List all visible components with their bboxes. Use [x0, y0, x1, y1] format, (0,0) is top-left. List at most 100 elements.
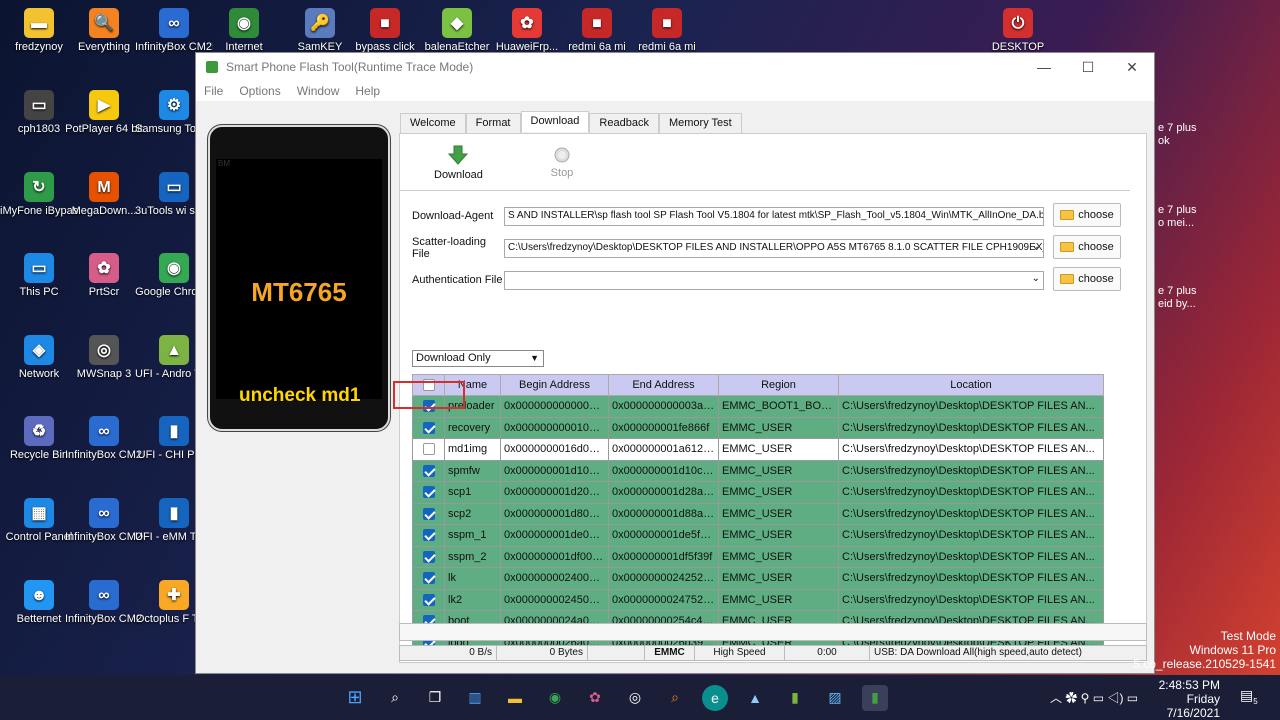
header-location[interactable]: Location — [838, 374, 1104, 396]
table-row[interactable]: scp2 0x000000001d800000 0x000000001d88a83f… — [412, 502, 1104, 525]
choose-agent-button[interactable]: choose — [1053, 203, 1121, 227]
choose-auth-button[interactable]: choose — [1053, 267, 1121, 291]
table-row[interactable]: preloader 0x0000000000000000 0x00000000000… — [412, 395, 1104, 418]
desktop-icon[interactable]: ∞ InfinityBox CM2SPD — [65, 580, 143, 626]
scatter-field[interactable]: C:\Users\fredzynoy\Desktop\DESKTOP FILES… — [504, 238, 1044, 258]
chart-app-icon[interactable]: ▲ — [742, 685, 768, 711]
desktop-icon[interactable]: ∞ InfinityBox CM2QLM — [65, 498, 143, 544]
row-checkbox[interactable] — [422, 486, 435, 499]
desktop-icon[interactable]: M MegaDown... — [65, 172, 143, 218]
header-region[interactable]: Region — [718, 374, 839, 396]
photos-icon[interactable]: ▨ — [822, 685, 848, 711]
stop-button[interactable]: Stop — [542, 146, 582, 179]
row-checkbox-cell[interactable] — [412, 545, 445, 568]
download-mode-select[interactable]: Download Only ▼ — [412, 350, 544, 367]
choose-label: choose — [1078, 209, 1114, 221]
edge-icon[interactable]: e — [702, 684, 728, 711]
tab-readback[interactable]: Readback — [589, 113, 659, 134]
desktop-icon[interactable]: ◎ MWSnap 3 — [65, 335, 143, 381]
menu-help[interactable]: Help — [355, 84, 380, 98]
download-button[interactable]: Download — [434, 144, 483, 181]
row-checkbox[interactable] — [422, 443, 435, 456]
desktop-icon[interactable]: ∞ InfinityBox CM2MTK — [65, 416, 143, 462]
table-row[interactable]: recovery 0x0000000000108000 0x000000001fe8… — [412, 416, 1104, 439]
table-row[interactable]: scp1 0x000000001d200000 0x000000001d28a83f… — [412, 481, 1104, 504]
row-checkbox-cell[interactable] — [412, 481, 445, 504]
minimize-button[interactable]: — — [1022, 59, 1066, 76]
tab-welcome[interactable]: Welcome — [400, 113, 466, 134]
tab-format[interactable]: Format — [465, 113, 521, 134]
chrome-icon[interactable]: ◉ — [542, 685, 568, 711]
menu-file[interactable]: File — [204, 84, 223, 98]
tab-download[interactable]: Download — [520, 111, 590, 132]
everything-icon[interactable]: ⌕ — [662, 685, 688, 711]
file-explorer-icon[interactable]: ▬ — [502, 685, 528, 711]
close-button[interactable]: ✕ — [1110, 59, 1154, 76]
desktop-icon[interactable]: ■ bypass click — [346, 8, 424, 54]
row-checkbox[interactable] — [422, 550, 435, 563]
menu-options[interactable]: Options — [239, 84, 280, 98]
app-icon: ◎ — [89, 335, 119, 365]
notification-icon[interactable]: ▤5 — [1240, 687, 1258, 706]
desktop-icon[interactable]: ✿ PrtScr — [65, 253, 143, 299]
table-row[interactable]: sspm_2 0x000000001df00000 0x000000001df5f3… — [412, 545, 1104, 568]
prtscr-icon[interactable]: ✿ — [582, 685, 608, 711]
task-view-icon[interactable]: ❐ — [422, 685, 448, 711]
table-row[interactable]: lk2 0x0000000024500000 0x0000000024752c2f E… — [412, 588, 1104, 611]
header-end[interactable]: End Address — [608, 374, 719, 396]
flash-tool-taskbar-icon[interactable]: ▮ — [862, 684, 888, 711]
tab-memory-test[interactable]: Memory Test — [658, 113, 742, 134]
cell-begin: 0x0000000024500000 — [500, 588, 609, 611]
app-icon — [206, 61, 218, 73]
download-agent-field[interactable]: S AND INSTALLER\sp flash tool SP Flash T… — [504, 206, 1044, 226]
widgets-icon[interactable]: ▥ — [462, 685, 488, 711]
cell-location: C:\Users\fredzynoy\Desktop\DESKTOP FILES… — [838, 481, 1104, 504]
row-checkbox-cell[interactable] — [412, 524, 445, 547]
choose-scatter-button[interactable]: choose — [1053, 235, 1121, 259]
app-icon: ∞ — [89, 580, 119, 610]
desktop-icon[interactable]: 🔍 Everything — [65, 8, 143, 54]
row-checkbox[interactable] — [422, 507, 435, 520]
desktop-icon-label[interactable]: e 7 plus o mei... — [1158, 204, 1197, 230]
row-checkbox-cell[interactable] — [412, 459, 445, 482]
row-checkbox-cell[interactable] — [412, 502, 445, 525]
desktop-icon[interactable]: ▶ PotPlayer 64 bit — [65, 90, 143, 136]
cell-region: EMMC_USER — [718, 502, 839, 525]
menu-window[interactable]: Window — [297, 84, 340, 98]
app-icon: ▭ — [24, 253, 54, 283]
table-row[interactable]: md1img 0x0000000016d00000 0x000000001a6126… — [412, 438, 1104, 461]
android-tool-icon[interactable]: ▮ — [782, 685, 808, 711]
start-icon[interactable]: ⊞ — [342, 685, 368, 711]
desktop-icon[interactable]: ◉ Internet — [205, 8, 283, 54]
table-row[interactable]: spmfw 0x000000001d100000 0x000000001d10cb6… — [412, 459, 1104, 482]
row-checkbox-cell[interactable] — [412, 438, 445, 461]
row-checkbox-cell[interactable] — [412, 567, 445, 590]
table-row[interactable]: lk 0x0000000024000000 0x0000000024252c2f EM… — [412, 567, 1104, 590]
camera-icon[interactable]: ◎ — [622, 685, 648, 711]
app-icon: ∞ — [89, 416, 119, 446]
auth-field[interactable]: ⌄ — [504, 270, 1044, 290]
row-checkbox[interactable] — [422, 421, 435, 434]
row-checkbox-cell[interactable] — [412, 416, 445, 439]
tray-icons[interactable]: ︿ ✿ ⚲ ▭ ◁) ▭ — [1050, 689, 1138, 706]
scatter-row: Scatter-loading File C:\Users\fredzynoy\… — [412, 236, 1044, 260]
system-clock[interactable]: 2:48:53 PM Friday 7/16/2021 — [1159, 678, 1220, 720]
row-checkbox[interactable] — [422, 593, 435, 606]
desktop-icon-label[interactable]: e 7 plus eid by... — [1158, 285, 1197, 311]
table-row[interactable]: sspm_1 0x000000001de00000 0x000000001de5f3… — [412, 524, 1104, 547]
row-checkbox-cell[interactable] — [412, 588, 445, 611]
desktop-icon[interactable]: ∞InfinityBox CM2MT2 — [135, 8, 213, 54]
header-begin[interactable]: Begin Address — [500, 374, 609, 396]
row-checkbox[interactable] — [422, 464, 435, 477]
row-checkbox[interactable] — [422, 529, 435, 542]
desktop-icon[interactable]: ✿ HuaweiFrp... — [488, 8, 566, 54]
desktop-icon[interactable]: ⏻ DESKTOP — [979, 8, 1057, 54]
search-icon[interactable]: ⌕ — [382, 685, 408, 711]
row-checkbox[interactable] — [422, 572, 435, 585]
desktop-icon-label[interactable]: e 7 plus ok — [1158, 122, 1197, 148]
desktop-icon[interactable]: ■ redmi 6a mi — [558, 8, 636, 54]
app-icon: ▲ — [159, 335, 189, 365]
maximize-button[interactable]: ☐ — [1066, 59, 1110, 76]
desktop-icon[interactable]: ■ redmi 6a mi — [628, 8, 706, 54]
desktop-icon[interactable]: ◆ balenaEtcher — [418, 8, 496, 54]
